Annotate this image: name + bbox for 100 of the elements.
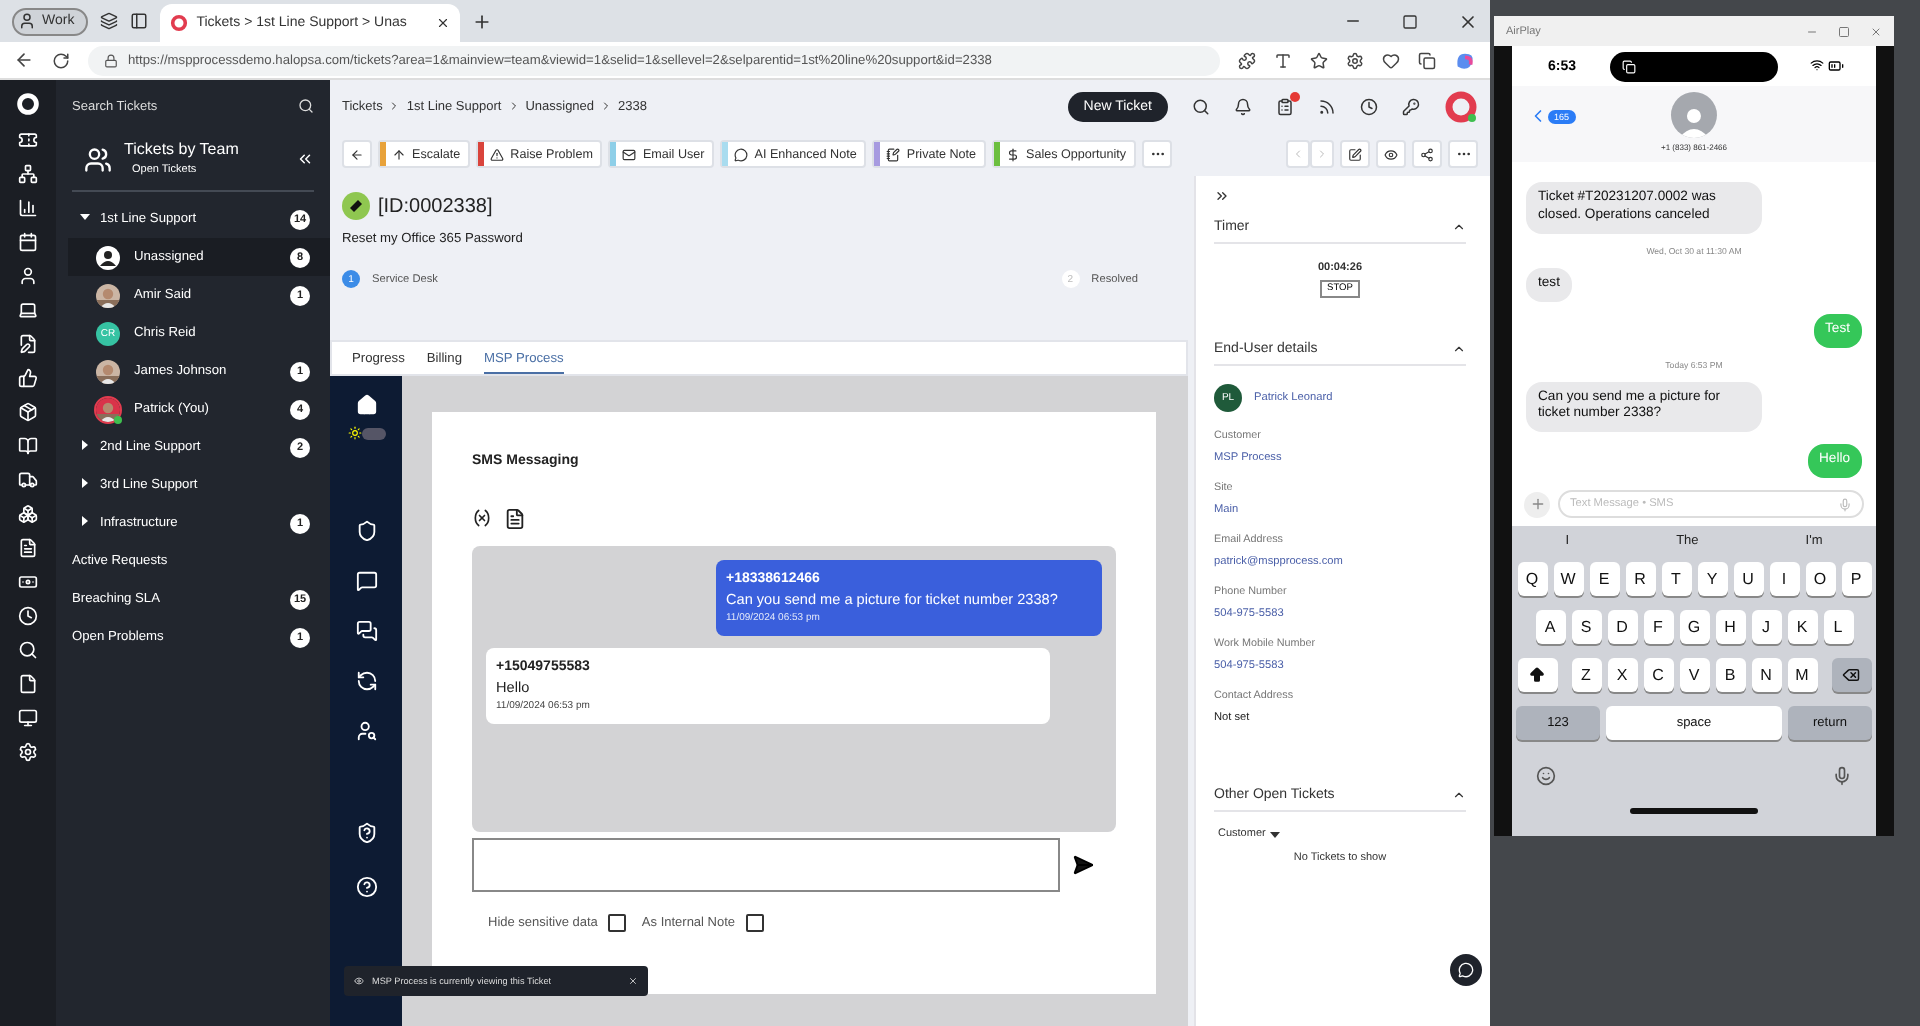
key[interactable]: Y	[1697, 562, 1727, 596]
microphone-icon[interactable]	[1832, 766, 1852, 786]
assistant-icon[interactable]	[1454, 49, 1476, 71]
key[interactable]: Z	[1571, 658, 1601, 692]
settings-icon[interactable]	[1346, 51, 1364, 69]
expand-icon[interactable]	[1214, 188, 1230, 204]
help-icon[interactable]	[355, 876, 377, 898]
favorites-icon[interactable]	[1382, 51, 1400, 69]
key[interactable]: S	[1571, 610, 1601, 644]
close-icon[interactable]	[436, 16, 451, 30]
emoji-icon[interactable]	[1536, 766, 1556, 786]
tab-actions-icon[interactable]	[130, 12, 149, 30]
key[interactable]: A	[1535, 610, 1565, 644]
favorite-icon[interactable]	[1310, 51, 1328, 69]
checkbox[interactable]	[607, 914, 626, 932]
sync-icon[interactable]	[355, 670, 377, 692]
key[interactable]: L	[1823, 610, 1853, 644]
clipboard-icon[interactable]	[1276, 97, 1294, 115]
edit-button[interactable]	[1340, 140, 1370, 168]
collapse-icon[interactable]	[1452, 220, 1466, 234]
theme-toggle[interactable]	[347, 426, 385, 440]
package-icon[interactable]	[18, 402, 38, 422]
key[interactable]: U	[1733, 562, 1763, 596]
maximize-icon[interactable]	[1838, 25, 1850, 37]
monitor-icon[interactable]	[18, 708, 38, 728]
search-icon[interactable]	[1192, 97, 1210, 115]
key[interactable]: J	[1751, 610, 1781, 644]
plus-button[interactable]	[1524, 491, 1550, 517]
collapse-icon[interactable]	[296, 150, 314, 168]
key[interactable]: M	[1787, 658, 1817, 692]
key[interactable]: X	[1607, 658, 1637, 692]
puzzle-icon[interactable]	[1238, 51, 1256, 69]
delete-key[interactable]	[1831, 658, 1871, 692]
hierarchy-icon[interactable]	[18, 164, 38, 184]
message-input[interactable]	[472, 838, 1060, 892]
thumbs-up-icon[interactable]	[18, 368, 38, 388]
key[interactable]: T	[1661, 562, 1691, 596]
key[interactable]: I	[1769, 562, 1799, 596]
conversation-icon[interactable]	[355, 620, 377, 642]
back-arrow-icon	[350, 147, 364, 161]
key[interactable]: N	[1751, 658, 1781, 692]
template-icon[interactable]	[504, 508, 526, 530]
share-button[interactable]	[1412, 140, 1442, 168]
truck-icon[interactable]	[18, 470, 38, 490]
user-icon[interactable]	[18, 266, 38, 286]
laptop-icon[interactable]	[18, 300, 38, 320]
money-icon[interactable]	[18, 572, 38, 592]
chevron-left-icon	[1292, 148, 1304, 160]
back-button[interactable]	[342, 140, 372, 168]
key[interactable]: R	[1625, 562, 1655, 596]
key[interactable]: E	[1589, 562, 1619, 596]
key[interactable]: W	[1553, 562, 1583, 596]
workspaces-icon[interactable]	[100, 12, 119, 30]
key[interactable]: B	[1715, 658, 1745, 692]
shift-key[interactable]	[1517, 658, 1557, 692]
home-icon[interactable]	[355, 394, 377, 416]
key[interactable]: C	[1643, 658, 1673, 692]
close-icon[interactable]	[1458, 11, 1478, 31]
shield-search-icon[interactable]	[355, 822, 377, 844]
ticket-icon[interactable]	[18, 130, 38, 150]
user-search-icon[interactable]	[355, 720, 377, 742]
team-icon	[84, 145, 112, 173]
send-icon[interactable]	[1072, 854, 1094, 876]
chart-icon[interactable]	[18, 198, 38, 218]
message-icon[interactable]	[355, 570, 377, 592]
key[interactable]: P	[1841, 562, 1871, 596]
clock-icon[interactable]	[1360, 97, 1378, 115]
key[interactable]: V	[1679, 658, 1709, 692]
edit-document-icon[interactable]	[18, 334, 38, 354]
chat-button[interactable]	[1450, 954, 1482, 986]
key[interactable]: D	[1607, 610, 1637, 644]
collapse-icon[interactable]	[1452, 342, 1466, 356]
key[interactable]: O	[1805, 562, 1835, 596]
key-icon[interactable]	[1402, 97, 1420, 115]
shield-icon[interactable]	[355, 520, 377, 542]
collections-icon[interactable]	[1418, 51, 1436, 69]
key[interactable]: Q	[1517, 562, 1547, 596]
key[interactable]: K	[1787, 610, 1817, 644]
user-avatar[interactable]	[1444, 89, 1478, 123]
watch-button[interactable]	[1376, 140, 1406, 168]
calendar-icon[interactable]	[18, 232, 38, 252]
maximize-icon[interactable]	[1402, 13, 1418, 29]
back-icon[interactable]	[14, 50, 34, 70]
new-tab-icon[interactable]	[472, 11, 493, 31]
boxes-icon[interactable]	[18, 504, 38, 524]
app-logo-icon[interactable]	[16, 92, 40, 116]
feed-icon[interactable]	[1318, 97, 1336, 115]
document-icon[interactable]	[18, 538, 38, 558]
dollar-icon	[1006, 147, 1021, 161]
variable-icon[interactable]	[472, 508, 492, 528]
reload-icon[interactable]	[52, 51, 70, 69]
read-aloud-icon[interactable]	[1274, 51, 1292, 69]
key[interactable]: F	[1643, 610, 1673, 644]
collapse-icon[interactable]	[1452, 788, 1466, 802]
key[interactable]: H	[1715, 610, 1745, 644]
key[interactable]: G	[1679, 610, 1709, 644]
bell-icon[interactable]	[1234, 97, 1252, 115]
book-icon[interactable]	[18, 436, 38, 456]
file-icon[interactable]	[18, 674, 38, 694]
checkbox[interactable]	[745, 914, 764, 932]
